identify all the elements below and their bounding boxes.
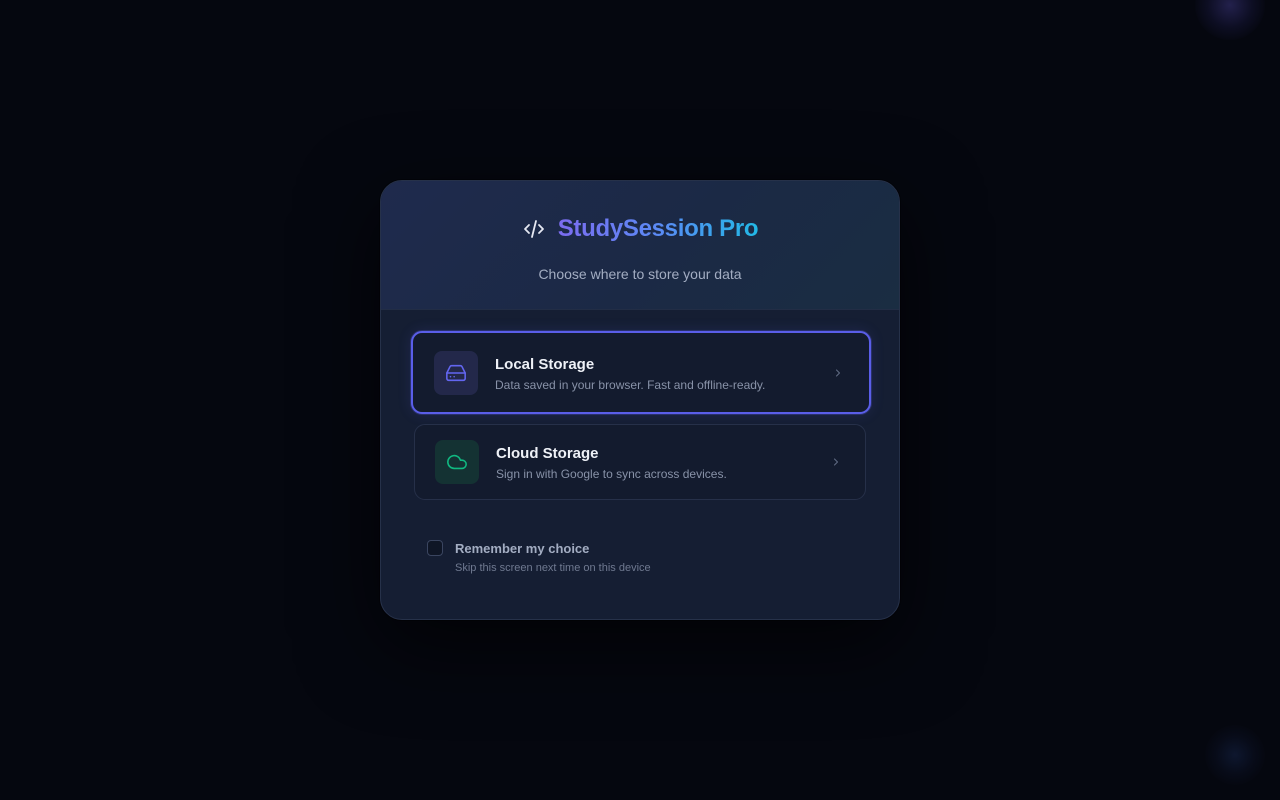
option-title: Cloud Storage: [496, 445, 599, 462]
dialog-header: StudySession Pro Choose where to store y…: [381, 181, 899, 310]
chevron-right-icon: [831, 366, 845, 380]
local-storage-option[interactable]: Local Storage Data saved in your browser…: [411, 331, 871, 414]
cloud-icon: [435, 440, 479, 484]
remember-hint: Skip this screen next time on this devic…: [455, 562, 651, 574]
page: StudySession Pro Choose where to store y…: [0, 0, 1280, 800]
background-glow: [1205, 725, 1265, 785]
remember-choice: Remember my choice Skip this screen next…: [427, 540, 847, 580]
hard-drive-icon: [434, 351, 478, 395]
option-description: Sign in with Google to sync across devic…: [496, 467, 727, 481]
remember-label[interactable]: Remember my choice: [455, 541, 589, 556]
app-title: StudySession Pro: [557, 215, 759, 242]
dialog-subtitle: Choose where to store your data: [538, 266, 742, 282]
chevron-right-icon: [829, 455, 843, 469]
option-title: Local Storage: [495, 356, 595, 373]
remember-checkbox[interactable]: [427, 540, 443, 556]
storage-choice-dialog: StudySession Pro Choose where to store y…: [380, 180, 900, 620]
cloud-storage-option[interactable]: Cloud Storage Sign in with Google to syn…: [414, 424, 866, 500]
brand: StudySession Pro: [381, 215, 899, 243]
option-description: Data saved in your browser. Fast and off…: [495, 378, 766, 392]
background-glow: [1195, 0, 1265, 40]
code-brackets-icon: [522, 217, 546, 241]
